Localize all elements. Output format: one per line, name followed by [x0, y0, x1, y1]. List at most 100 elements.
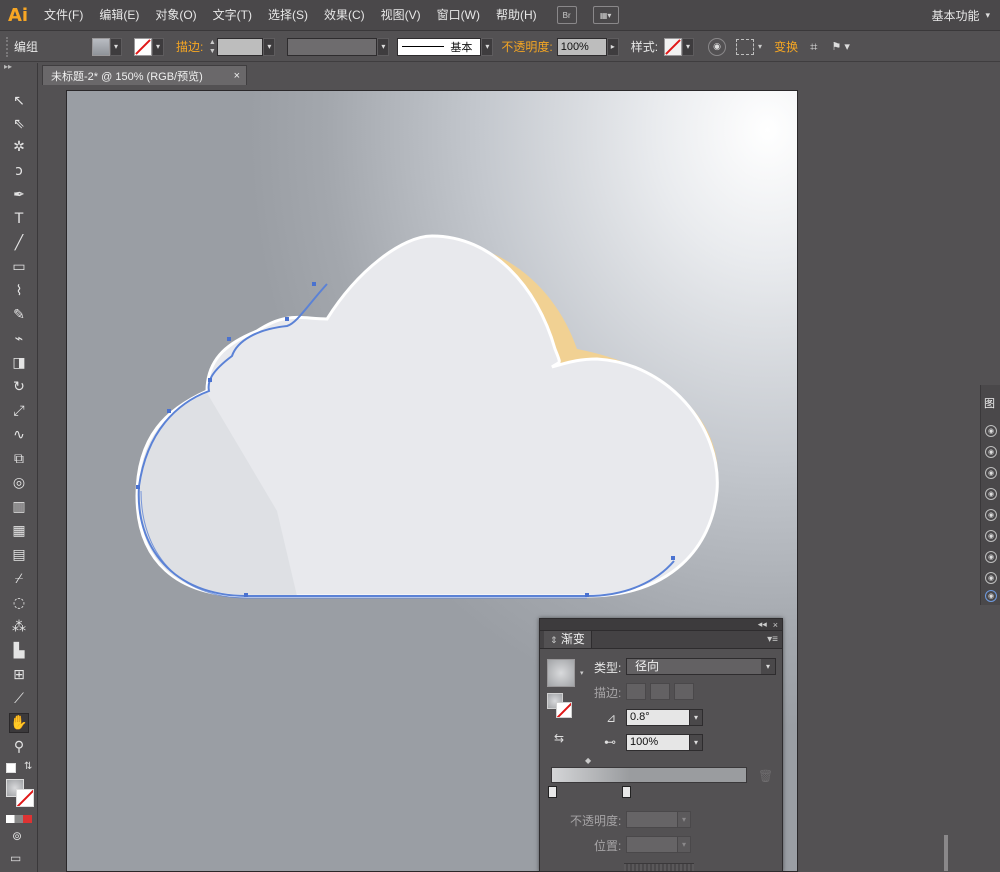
scrollbar[interactable] — [944, 835, 948, 871]
visibility-eye-icon[interactable]: ◉ — [985, 530, 997, 542]
stroke-panel-link[interactable]: 描边: — [176, 38, 203, 55]
visibility-eye-icon[interactable]: ◉ — [985, 572, 997, 584]
opacity-field[interactable]: ▾ — [626, 811, 691, 828]
brush-definition[interactable]: 基本 — [397, 37, 482, 56]
anchor-point[interactable] — [312, 282, 316, 286]
lasso-tool-icon[interactable]: ↄ — [9, 161, 29, 181]
tools-panel-collapse[interactable]: ▸▸ — [0, 63, 37, 73]
stroke-weight-dropdown-icon[interactable]: ▾ — [263, 37, 276, 56]
visibility-eye-icon[interactable]: ◉ — [985, 509, 997, 521]
delete-stop-icon[interactable]: 🗑 — [758, 769, 773, 783]
gradient-type-select[interactable]: 径向 ▾ — [626, 658, 776, 675]
stroke-along-button[interactable] — [650, 683, 670, 700]
stroke-within-button[interactable] — [626, 683, 646, 700]
scale-tool-icon[interactable]: ⤢ — [9, 401, 29, 421]
screen-mode-icon[interactable]: ▭ — [10, 851, 21, 865]
free-transform-tool-icon[interactable]: ⧉ — [9, 449, 29, 469]
opacity-panel-link[interactable]: 不透明度: — [501, 38, 552, 55]
control-panel-menu-icon[interactable]: ⚑ ▾ — [831, 40, 849, 53]
direct-selection-tool-icon[interactable]: ⇖ — [9, 114, 29, 134]
chevron-down-icon[interactable]: ▾ — [689, 709, 703, 726]
layers-panel-dock[interactable]: 图 ◉ ◉ ◉ ◉ ◉ ◉ ◉ ◉ ◉ — [980, 385, 1000, 605]
gradient-stop-left[interactable] — [548, 786, 557, 798]
opacity-dropdown-icon[interactable]: ▸ — [606, 37, 619, 56]
menu-view[interactable]: 视图(V) — [373, 0, 429, 31]
menu-window[interactable]: 窗口(W) — [429, 0, 488, 31]
document-tab[interactable]: 未标题-2* @ 150% (RGB/预览) × — [42, 65, 247, 85]
stroke-weight-input[interactable] — [217, 37, 264, 56]
blob-brush-tool-icon[interactable]: ⌁ — [9, 329, 29, 349]
arrange-documents-icon[interactable]: ▦▾ — [592, 6, 619, 24]
brush-dropdown-icon[interactable]: ▾ — [481, 37, 494, 56]
rectangle-tool-icon[interactable]: ▭ — [9, 257, 29, 277]
pencil-tool-icon[interactable]: ✎ — [9, 305, 29, 325]
mesh-tool-icon[interactable]: ▦ — [9, 521, 29, 541]
slice-tool-icon[interactable]: ⟋ — [9, 689, 29, 709]
profile-dropdown-icon[interactable]: ▾ — [377, 37, 390, 56]
recolor-artwork-icon[interactable]: ◉ — [708, 37, 727, 56]
anchor-point[interactable] — [285, 317, 289, 321]
drawing-mode-icon[interactable]: ⊚ — [12, 829, 22, 843]
visibility-eye-icon[interactable]: ◉ — [985, 488, 997, 500]
column-graph-tool-icon[interactable]: ▙ — [9, 641, 29, 661]
shape-builder-tool-icon[interactable]: ◎ — [9, 473, 29, 493]
menu-effect[interactable]: 效果(C) — [316, 0, 373, 31]
rotate-tool-icon[interactable]: ↻ — [9, 377, 29, 397]
hand-tool-icon[interactable]: ✋ — [9, 713, 29, 733]
anchor-point[interactable] — [244, 593, 248, 597]
fill-dropdown-icon[interactable]: ▾ — [110, 37, 123, 56]
visibility-eye-icon[interactable]: ◉ — [985, 590, 997, 602]
visibility-eye-icon[interactable]: ◉ — [985, 425, 997, 437]
anchor-point[interactable] — [227, 337, 231, 341]
artboard-tool-icon[interactable]: ⊞ — [9, 665, 29, 685]
reverse-gradient-icon[interactable]: ⇆ — [554, 731, 564, 745]
anchor-point[interactable] — [167, 409, 171, 413]
variable-width-profile[interactable] — [287, 37, 378, 56]
chevron-down-icon[interactable]: ▾ — [985, 10, 990, 21]
panel-titlebar[interactable]: ◂◂ × — [540, 619, 782, 631]
type-tool-icon[interactable]: T — [9, 209, 29, 229]
panel-resize-grip[interactable] — [624, 863, 694, 871]
close-panel-icon[interactable]: × — [773, 620, 778, 630]
perspective-grid-tool-icon[interactable]: ▥ — [9, 497, 29, 517]
visibility-eye-icon[interactable]: ◉ — [985, 551, 997, 563]
menu-type[interactable]: 文字(T) — [205, 0, 260, 31]
angle-input[interactable]: 0.8° ▾ — [626, 709, 703, 726]
color-mode-buttons[interactable] — [6, 815, 32, 823]
layers-panel-tab[interactable]: 图 — [984, 395, 995, 411]
gradient-midpoint-diamond[interactable]: ◆ — [585, 756, 591, 765]
menu-file[interactable]: 文件(F) — [36, 0, 91, 31]
zoom-tool-icon[interactable]: ⚲ — [9, 737, 29, 757]
panel-menu-icon[interactable]: ▾≡ — [767, 634, 778, 645]
opacity-input[interactable]: 100% — [556, 37, 607, 56]
gradient-preview-swatch[interactable] — [547, 659, 575, 687]
warp-tool-icon[interactable]: ∿ — [9, 425, 29, 445]
paintbrush-tool-icon[interactable]: ⌇ — [9, 281, 29, 301]
graphic-style-swatch[interactable] — [664, 37, 683, 56]
menu-object[interactable]: 对象(O) — [147, 0, 204, 31]
stroke-swatch[interactable] — [134, 37, 153, 56]
chevron-down-icon[interactable]: ▾ — [677, 811, 691, 828]
menu-select[interactable]: 选择(S) — [260, 0, 316, 31]
eyedropper-tool-icon[interactable]: ⌿ — [9, 569, 29, 589]
bridge-button[interactable]: Br — [556, 6, 577, 24]
anchor-point[interactable] — [208, 378, 212, 382]
canvas-area[interactable]: 图 ◉ ◉ ◉ ◉ ◉ ◉ ◉ ◉ ◉ — [39, 85, 1000, 872]
aspect-ratio-input[interactable]: 100% ▾ — [626, 734, 703, 751]
fill-stroke-indicator[interactable] — [547, 693, 573, 719]
stroke-color-box[interactable] — [16, 789, 34, 807]
stroke-dropdown-icon[interactable]: ▾ — [152, 37, 165, 56]
align-dropdown-icon[interactable]: ▾ — [758, 42, 762, 51]
line-tool-icon[interactable]: ╱ — [9, 233, 29, 253]
visibility-eye-icon[interactable]: ◉ — [985, 467, 997, 479]
tab-gradient[interactable]: ⇕ 渐变 — [544, 631, 592, 648]
isolate-group-icon[interactable]: ⌗ — [810, 39, 817, 55]
gradient-tool-icon[interactable]: ▤ — [9, 545, 29, 565]
symbol-sprayer-tool-icon[interactable]: ⁂ — [9, 617, 29, 637]
stroke-across-button[interactable] — [674, 683, 694, 700]
chevron-down-icon[interactable]: ▾ — [761, 659, 775, 674]
stroke-indicator[interactable] — [556, 702, 572, 718]
transform-panel-link[interactable]: 变换 — [774, 38, 798, 55]
align-to-icon[interactable] — [736, 38, 755, 55]
blend-tool-icon[interactable]: ◌ — [9, 593, 29, 613]
